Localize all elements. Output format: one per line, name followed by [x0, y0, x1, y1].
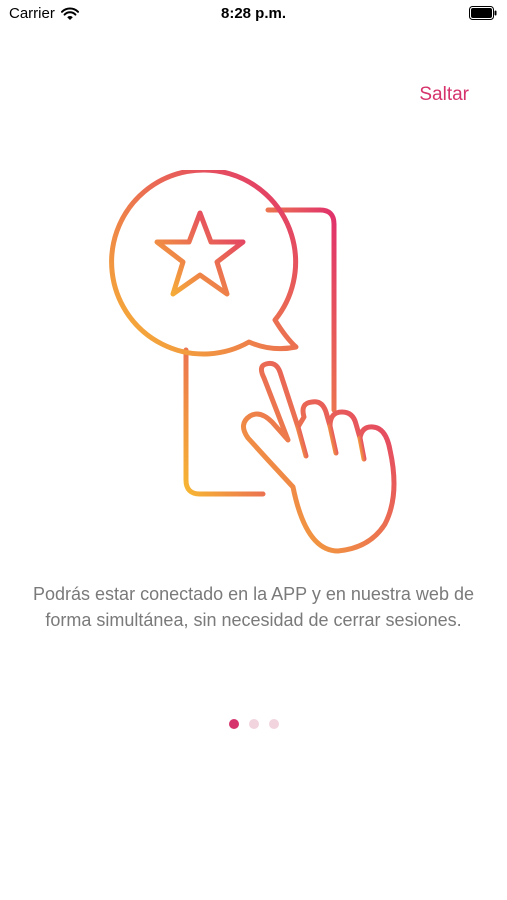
onboarding-illustration [109, 170, 397, 554]
page-dot[interactable] [268, 719, 279, 729]
status-time: 8:28 p.m. [220, 5, 287, 22]
star-speech-bubble-icon [109, 170, 299, 357]
page-dot-active[interactable] [228, 719, 239, 729]
tapping-hand-icon [241, 360, 397, 554]
status-bar: Carrier 8:28 p.m. [0, 0, 507, 28]
page-indicator[interactable] [0, 719, 507, 729]
battery-icon [469, 6, 497, 20]
skip-button[interactable]: Saltar [419, 84, 469, 106]
page-dot[interactable] [248, 719, 259, 729]
onboarding-description: Podrás estar conectado en la APP y en nu… [33, 584, 474, 630]
